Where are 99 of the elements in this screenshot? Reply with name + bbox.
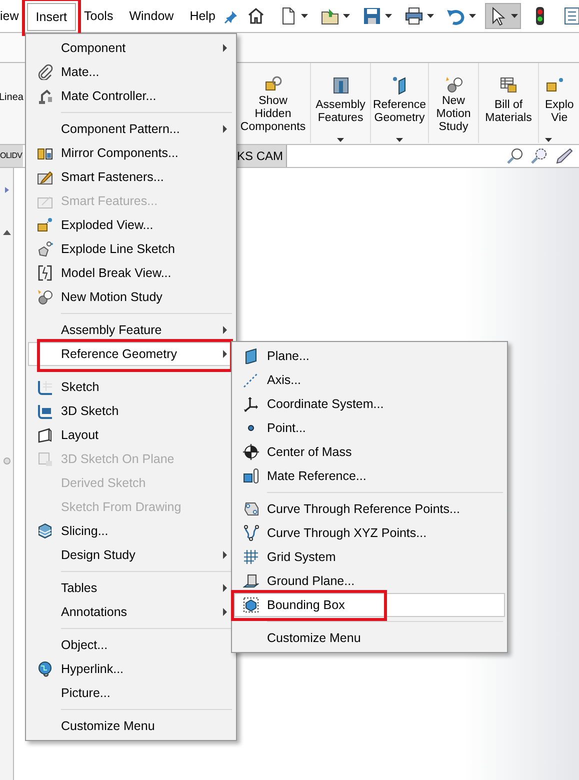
menu-item[interactable]: Design Study: [28, 543, 234, 567]
block-icon: [37, 217, 53, 233]
menu-item[interactable]: Layout: [28, 423, 234, 447]
caret-icon: [427, 14, 434, 18]
menu-item[interactable]: Exploded View...: [28, 213, 234, 237]
caret-up-icon[interactable]: [2, 230, 10, 235]
sketch-plane-icon: [37, 451, 53, 467]
menu-item[interactable]: Curve Through Reference Points...: [234, 497, 505, 521]
save-icon: [362, 6, 382, 26]
submenu-arrow-icon: [223, 44, 227, 52]
submenu-arrow-icon: [223, 326, 227, 334]
menu-item[interactable]: Mate Controller...: [28, 84, 234, 108]
caret-icon: [511, 14, 518, 18]
coordinate-axes-icon: [243, 396, 259, 412]
bounding-box-icon: [243, 597, 259, 613]
ribbon-button[interactable]: Reference Geometry: [371, 63, 429, 143]
curve-icon: [243, 525, 259, 541]
sketch-frame-3d-icon: [37, 403, 53, 419]
submenu-arrow-icon: [223, 125, 227, 133]
menu-item[interactable]: Curve Through XYZ Points...: [234, 521, 505, 545]
submenu-arrow-icon: [223, 608, 227, 616]
zoom-icon[interactable]: [507, 147, 525, 165]
document-tab[interactable]: OLIDV: [0, 145, 24, 167]
open-folder-icon: [320, 6, 340, 26]
menu-item[interactable]: Center of Mass: [234, 440, 505, 464]
menu-item[interactable]: Smart Fasteners...: [28, 165, 234, 189]
ribbon-label: Linea: [0, 91, 24, 105]
pencil-icon[interactable]: [555, 147, 573, 165]
gears-icon: [444, 75, 464, 95]
menu-item[interactable]: Object...: [28, 633, 234, 657]
menu-item[interactable]: Customize Menu: [28, 714, 234, 738]
caret-icon: [545, 138, 552, 142]
menu-item[interactable]: Explode Line Sketch: [28, 237, 234, 261]
menu-item[interactable]: Axis...: [234, 368, 505, 392]
caret-icon: [337, 138, 344, 142]
caret-icon: [301, 14, 308, 18]
menu-item[interactable]: Coordinate System...: [234, 392, 505, 416]
pin-icon[interactable]: [223, 8, 240, 25]
menu-item[interactable]: Customize Menu: [234, 626, 505, 650]
menu-item[interactable]: Annotations: [28, 600, 234, 624]
layout-icon: [37, 427, 53, 443]
split-frame-icon: [37, 265, 53, 281]
gears-icon: [37, 289, 53, 305]
menu-item[interactable]: Model Break View...: [28, 261, 234, 285]
menu-item[interactable]: Picture...: [28, 681, 234, 705]
submenu-arrow-icon: [223, 551, 227, 559]
menu-bar-item[interactable]: Help: [182, 1, 224, 31]
part-sketch-icon: [37, 241, 53, 257]
menu-item[interactable]: Mate Reference...: [234, 464, 505, 488]
menu-item[interactable]: Point...: [234, 416, 505, 440]
cube-clip-icon: [243, 468, 259, 484]
caret-icon: [385, 14, 392, 18]
menu-item[interactable]: Tables: [28, 576, 234, 600]
menu-item[interactable]: Mate...: [28, 60, 234, 84]
ribbon-button[interactable]: Assembly Features: [311, 63, 371, 143]
globe-icon: [37, 661, 53, 677]
paperclip-icon: [37, 64, 53, 80]
menu-bar-item[interactable]: iew: [0, 1, 27, 31]
menu-bar-item[interactable]: Tools: [76, 1, 122, 31]
grid-icon: [243, 549, 259, 565]
menu-item[interactable]: Assembly Feature: [28, 318, 234, 342]
submenu-arrow-icon: [223, 350, 227, 358]
sketch-frame-icon: [37, 379, 53, 395]
cursor-button[interactable]: [485, 3, 521, 29]
slicing-icon: [37, 523, 53, 539]
menu-item[interactable]: Ground Plane...: [234, 569, 505, 593]
center-of-mass-icon: [243, 444, 259, 460]
menu-item[interactable]: Plane...: [234, 344, 505, 368]
menu-item[interactable]: Sketch: [28, 375, 234, 399]
menu-item[interactable]: Grid System: [234, 545, 505, 569]
arrow-icon: [2, 186, 10, 194]
ground-plane-icon: [243, 573, 259, 589]
plane-icon: [243, 348, 259, 364]
caret-icon: [396, 138, 403, 142]
curve-points-icon: [243, 501, 259, 517]
menu-item[interactable]: Mirror Components...: [28, 141, 234, 165]
caret-icon: [343, 14, 350, 18]
ribbon-button[interactable]: New Motion Study: [429, 63, 479, 143]
zoom-area-icon[interactable]: [531, 147, 549, 165]
ribbon-button[interactable]: Bill of Materials: [479, 63, 539, 143]
printer-icon: [404, 6, 424, 26]
menu-item[interactable]: 3D Sketch: [28, 399, 234, 423]
menu-bar-item[interactable]: Window: [121, 1, 182, 31]
menu-item[interactable]: Component Pattern...: [28, 117, 234, 141]
document-tab[interactable]: KS CAM: [234, 145, 288, 167]
ribbon-button[interactable]: Explo Vie: [539, 63, 579, 143]
axis-icon: [243, 372, 259, 388]
menu-item[interactable]: Slicing...: [28, 519, 234, 543]
menu-item[interactable]: Hyperlink...: [28, 657, 234, 681]
menu-item[interactable]: Bounding Box: [234, 593, 505, 617]
caret-icon: [469, 14, 476, 18]
handle-icon[interactable]: [2, 457, 10, 465]
home-icon: [246, 6, 266, 26]
table-icon: [498, 75, 518, 95]
submenu-arrow-icon: [223, 584, 227, 592]
feature-icon: [330, 75, 350, 95]
menu-item[interactable]: New Motion Study: [28, 285, 234, 309]
robot-arm-icon: [37, 88, 53, 104]
folder-pen-icon: [37, 169, 53, 185]
